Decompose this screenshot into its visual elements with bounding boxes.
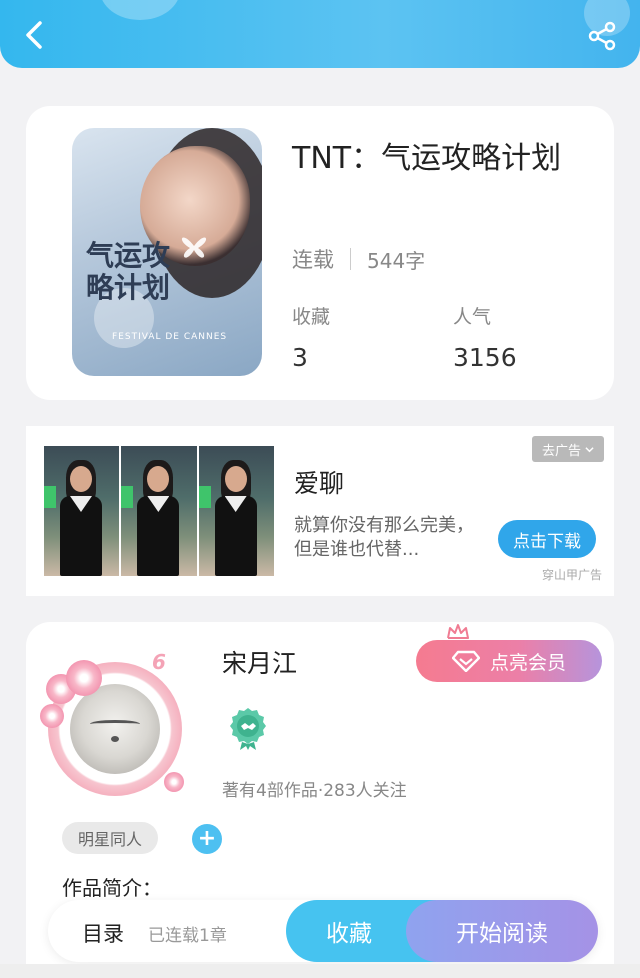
popularity-stat: 人气 3156: [453, 302, 517, 372]
cover-festival-text: FESTIVAL DE CANNES: [112, 332, 228, 342]
chevron-down-icon: [585, 446, 594, 452]
avatar[interactable]: [40, 654, 190, 804]
handshake-medal-icon: [230, 708, 266, 750]
activate-vip-button[interactable]: 点亮会员: [416, 640, 602, 682]
avatar-detail: [111, 736, 119, 742]
ad-decoration: [198, 486, 211, 508]
flower-icon: [40, 704, 64, 728]
ad-decoration: [44, 486, 56, 508]
diamond-icon: [451, 650, 480, 672]
remove-ad-button[interactable]: 去广告: [532, 436, 604, 462]
tag-pill[interactable]: 明星同人: [62, 822, 159, 854]
serial-status: 连载: [292, 248, 334, 272]
bottom-action-bar: 目录 已连载1章 收藏 开始阅读: [48, 900, 598, 962]
activate-vip-label: 点亮会员: [489, 651, 566, 674]
author-name[interactable]: 宋月江: [222, 644, 297, 680]
ad-person: [224, 466, 247, 492]
ad-image[interactable]: [44, 446, 274, 576]
collect-count: 3: [292, 343, 308, 372]
popularity-count: 3156: [453, 343, 517, 372]
collect-stat: 收藏 3: [292, 302, 330, 372]
add-tag-button[interactable]: +: [192, 824, 222, 854]
ad-image-panel: [121, 446, 197, 576]
ad-app-name: 爱聊: [294, 469, 345, 498]
divider: [350, 248, 351, 270]
start-reading-button[interactable]: 开始阅读: [406, 900, 598, 962]
book-cover[interactable]: 气运攻略计划 FESTIVAL DE CANNES: [72, 128, 262, 376]
ad-description: 就算你没有那么完美，但是谁也代替...: [294, 515, 474, 560]
book-title: TNT：气运攻略计划: [292, 141, 562, 176]
chapter-count: 已连载1章: [148, 926, 227, 946]
ad-image-panel: [198, 446, 274, 576]
ad-image-panel: [44, 446, 120, 576]
flower-icon: [164, 772, 184, 792]
chevron-left-icon[interactable]: [18, 18, 52, 52]
remove-ad-label: 去广告: [541, 443, 581, 459]
avatar-image: [70, 684, 160, 774]
top-header: [0, 0, 640, 68]
home-indicator: [0, 964, 640, 978]
intro-title: 作品简介：: [62, 876, 162, 900]
word-count: 544字: [367, 248, 426, 273]
toc-button[interactable]: 目录: [82, 918, 124, 948]
collect-label: 收藏: [292, 306, 331, 328]
level-badge: 6: [152, 650, 166, 674]
crown-icon: [447, 624, 469, 639]
author-stats: 著有4部作品·283人关注: [222, 781, 407, 801]
book-info-card: 气运攻略计划 FESTIVAL DE CANNES TNT：气运攻略计划 连载 …: [26, 106, 614, 400]
popularity-label: 人气: [453, 306, 492, 328]
ad-download-button[interactable]: 点击下载: [498, 520, 596, 558]
ad-person: [70, 466, 92, 492]
flower-icon: [66, 660, 102, 696]
butterfly-icon: [181, 237, 207, 258]
ad-source-label: 穿山甲广告: [541, 568, 602, 582]
book-status-row: 连载 544字: [292, 244, 425, 274]
ad-banner[interactable]: 去广告 爱聊 就算你没有那么完美，但是谁也代替... 点击下载 穿山甲广告: [26, 426, 614, 596]
header-decoration: [100, 0, 180, 20]
ad-decoration: [121, 486, 134, 508]
avatar-detail: [90, 720, 140, 728]
share-icon[interactable]: [586, 20, 618, 52]
